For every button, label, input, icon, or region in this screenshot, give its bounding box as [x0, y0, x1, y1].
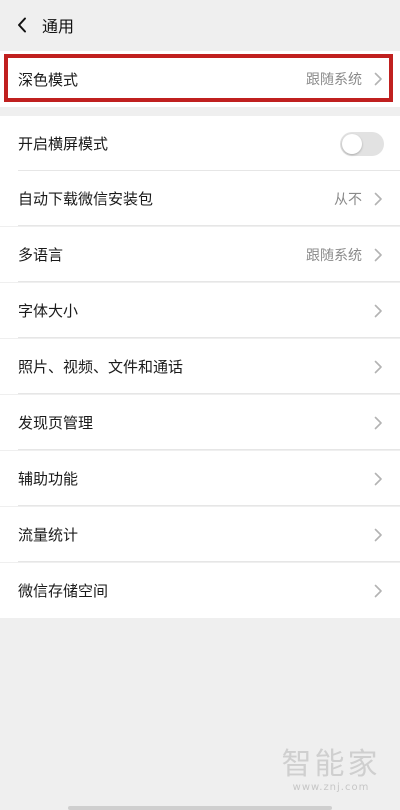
settings-row-label: 多语言 [18, 246, 64, 264]
settings-row-value: 跟随系统 [306, 72, 362, 88]
settings-row-label: 辅助功能 [18, 470, 79, 488]
page-title: 通用 [42, 17, 75, 36]
settings-row-font-size[interactable]: 字体大小 [0, 283, 400, 338]
settings-row-label: 发现页管理 [18, 414, 94, 432]
row-divider [18, 337, 400, 338]
settings-row-value: 跟随系统 [306, 247, 362, 264]
back-button[interactable] [4, 0, 40, 50]
row-divider [18, 393, 400, 394]
settings-screen: 通用 深色模式 跟随系统 开启横屏模式 自动下载微信安装包 从不 多语言 跟随系… [0, 0, 400, 810]
settings-row-dark-mode[interactable]: 深色模式 跟随系统 [0, 51, 400, 107]
settings-row-label: 自动下载微信安装包 [18, 190, 154, 208]
settings-row-label: 照片、视频、文件和通话 [18, 358, 184, 376]
chevron-right-icon [374, 304, 382, 317]
chevron-right-icon [374, 528, 382, 541]
row-divider [18, 281, 400, 282]
chevron-right-icon [374, 72, 382, 86]
settings-row-label: 流量统计 [18, 526, 79, 544]
settings-row-media[interactable]: 照片、视频、文件和通话 [0, 339, 400, 394]
chevron-right-icon [374, 248, 382, 261]
settings-row-language[interactable]: 多语言 跟随系统 [0, 227, 400, 282]
settings-row-data-usage[interactable]: 流量统计 [0, 507, 400, 562]
chevron-right-icon [374, 416, 382, 429]
landscape-toggle[interactable] [340, 131, 384, 156]
settings-row-label: 微信存储空间 [18, 582, 109, 600]
chevron-right-icon [374, 584, 382, 597]
settings-row-value: 从不 [334, 191, 362, 208]
watermark-text: 智能家 [281, 747, 381, 782]
chevron-right-icon [374, 192, 382, 205]
row-divider [18, 505, 400, 506]
watermark: 智能家 www.znj.com [276, 747, 386, 794]
chevron-left-icon [18, 17, 26, 33]
settings-row-label: 深色模式 [18, 70, 79, 89]
settings-row-label: 字体大小 [18, 302, 79, 320]
settings-row-discover[interactable]: 发现页管理 [0, 395, 400, 450]
settings-row-accessibility[interactable]: 辅助功能 [0, 451, 400, 506]
toggle-knob [342, 133, 362, 154]
settings-row-landscape[interactable]: 开启横屏模式 [0, 116, 400, 171]
chevron-right-icon [374, 360, 382, 373]
nav-header: 通用 [0, 0, 400, 50]
row-divider [18, 225, 400, 226]
row-divider [18, 561, 400, 562]
settings-row-storage[interactable]: 微信存储空间 [0, 563, 400, 618]
chevron-right-icon [374, 472, 382, 485]
watermark-url: www.znj.com [292, 782, 370, 793]
row-divider [18, 449, 400, 450]
settings-row-label: 开启横屏模式 [18, 135, 109, 153]
home-indicator[interactable] [68, 806, 332, 810]
settings-row-auto-download[interactable]: 自动下载微信安装包 从不 [0, 171, 400, 226]
